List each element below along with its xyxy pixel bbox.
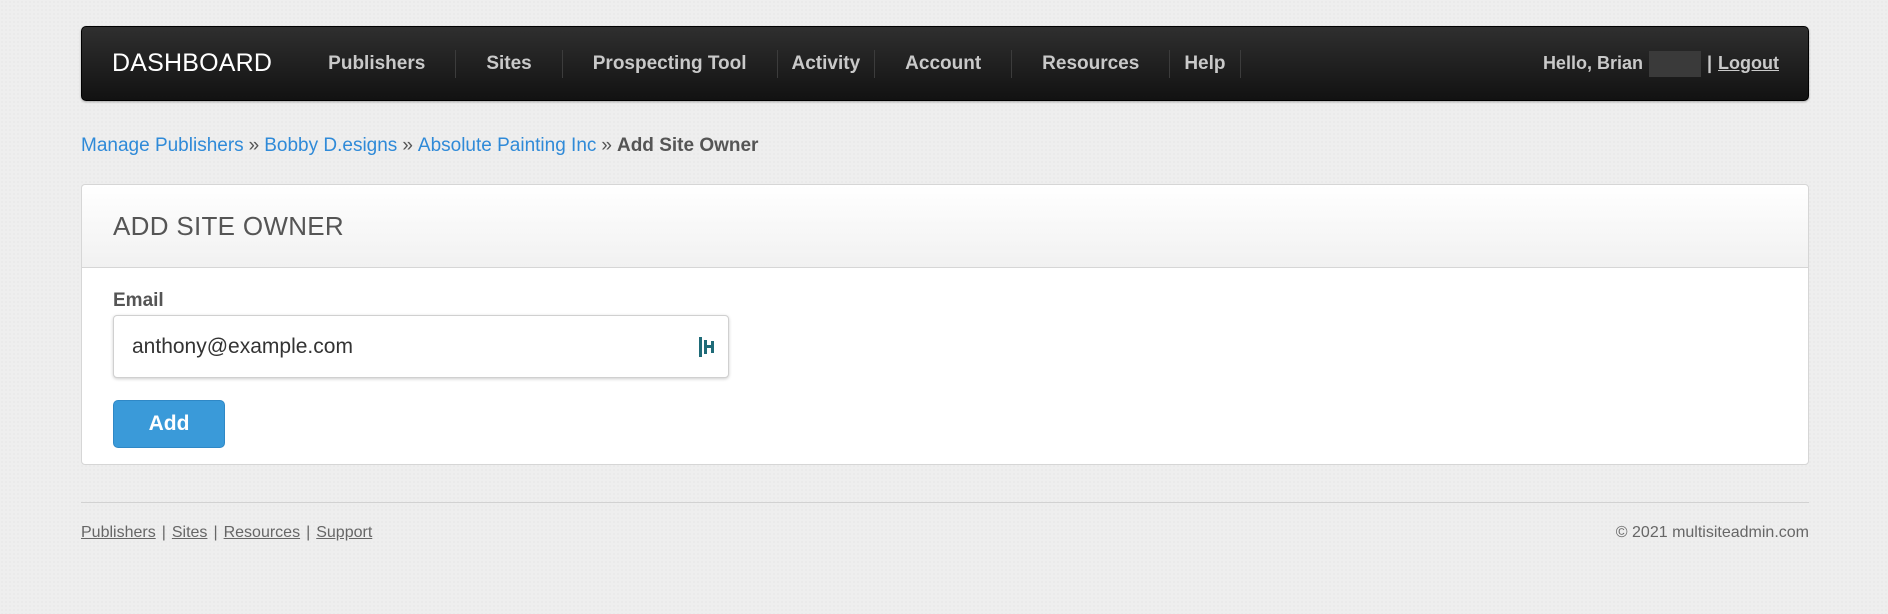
breadcrumb-current: Add Site Owner [616,135,759,156]
breadcrumb-bobby-designs[interactable]: Bobby D.esigns [264,135,397,156]
add-site-owner-panel: ADD SITE OWNER Email anthony@example.com… [81,184,1809,465]
password-manager-icon[interactable] [698,336,716,358]
copyright: © 2021 multisiteadmin.com [1615,524,1809,541]
nav-prospecting-tool[interactable]: Prospecting Tool [563,49,778,78]
breadcrumb-manage-publishers[interactable]: Manage Publishers [81,135,244,156]
user-area: Hello, Brian | Logout [1542,50,1779,77]
nav-account[interactable]: Account [875,49,1013,78]
greeting: Hello, Brian [1542,53,1643,73]
footer-separator: | [213,524,218,541]
footer-divider [81,502,1809,503]
breadcrumb: Manage Publishers» Bobby D.esigns» Absolut… [81,135,1809,157]
redacted-name [1648,50,1701,77]
email-label: Email [113,290,164,311]
panel-title: ADD SITE OWNER [82,185,1808,268]
nav-activity[interactable]: Activity [778,49,876,78]
breadcrumb-separator: » [248,135,260,156]
nav-resources[interactable]: Resources [1012,49,1171,78]
footer-link-sites[interactable]: Sites [172,524,208,542]
email-value: anthony@example.com [132,334,353,358]
footer: Publishers | Sites | Resources | Support… [81,524,1809,542]
nav-publishers[interactable]: Publishers [298,49,457,78]
breadcrumb-separator: » [402,135,413,156]
nav-separator: | [1706,53,1713,73]
logout-link[interactable]: Logout [1718,53,1779,74]
nav-help[interactable]: Help [1170,49,1241,78]
dashboard-brand[interactable]: DASHBOARD [112,49,272,78]
footer-link-resources[interactable]: Resources [224,524,300,542]
breadcrumb-separator: » [601,135,612,156]
footer-link-publishers[interactable]: Publishers [81,524,156,542]
footer-separator: | [161,524,166,541]
top-navbar: DASHBOARD Publishers Sites Prospecting T… [81,26,1809,101]
nav-sites[interactable]: Sites [456,49,563,78]
footer-link-support[interactable]: Support [316,524,372,542]
footer-separator: | [306,524,311,541]
breadcrumb-absolute-painting[interactable]: Absolute Painting Inc [418,135,597,156]
add-button[interactable]: Add [113,400,225,448]
email-field[interactable]: anthony@example.com [113,315,729,378]
